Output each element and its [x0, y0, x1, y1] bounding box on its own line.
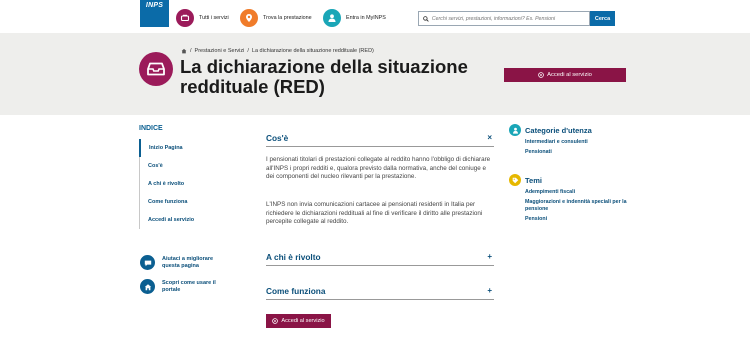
nav-find-benefit[interactable]: Trova la prestazione [240, 8, 312, 28]
access-label: Accedi al servizio [281, 318, 325, 324]
expand-icon[interactable]: + [487, 286, 492, 295]
categories-list: Intermediari e consulenti Pensionati [525, 139, 635, 159]
nav-label: Trova la prestazione [263, 15, 312, 21]
index-item-start[interactable]: Inizio Pagina [139, 139, 229, 157]
access-icon [272, 318, 279, 324]
breadcrumb: / Prestazioni e Servizi / La dichiarazio… [181, 48, 374, 54]
section-title: Come funziona [266, 285, 326, 296]
topic-link[interactable]: Maggiorazioni e indennità speciali per l… [525, 199, 635, 212]
category-link[interactable]: Intermediari e consulenti [525, 139, 635, 146]
services-icon [176, 9, 194, 27]
index-title: INDICE [139, 125, 163, 132]
categories-title: Categorie d'utenza [525, 125, 592, 135]
help-label: Scopri come usare il portale [162, 280, 216, 293]
section-how-it-works-header[interactable]: Come funziona + [266, 282, 494, 300]
home-icon[interactable] [181, 48, 187, 54]
search-icon [423, 15, 429, 22]
section-what-is-header[interactable]: Cos'è × [266, 129, 494, 147]
search-button[interactable]: Cerca [590, 11, 615, 26]
topic-link[interactable]: Pensioni [525, 216, 635, 223]
breadcrumb-item[interactable]: Prestazioni e Servizi [195, 48, 245, 54]
categories-header: Categorie d'utenza [509, 124, 592, 136]
index-item-how-it-works[interactable]: Come funziona [139, 193, 229, 211]
collapse-icon[interactable]: × [487, 133, 492, 142]
index-item-access[interactable]: Accedi al servizio [139, 211, 229, 229]
access-icon [538, 72, 544, 78]
home-icon [140, 279, 155, 294]
category-link[interactable]: Pensionati [525, 149, 635, 156]
people-icon [509, 124, 521, 136]
index-item-who-for[interactable]: A chi è rivolto [139, 175, 229, 193]
search-input[interactable] [431, 15, 589, 22]
topics-header: Temi [509, 174, 542, 186]
chat-icon [140, 255, 155, 270]
nav-label: Entra in MyINPS [346, 15, 386, 21]
logo-text: INPS [145, 2, 164, 9]
tray-icon [139, 52, 173, 86]
help-improve-link[interactable]: Aiutaci a migliorare questa pagina [140, 255, 222, 275]
location-pin-icon [240, 9, 258, 27]
topics-title: Temi [525, 175, 542, 185]
help-portal-link[interactable]: Scopri come usare il portale [140, 279, 222, 299]
nav-all-services[interactable]: Tutti i servizi [176, 8, 229, 28]
help-label: Aiutaci a migliorare questa pagina [162, 256, 214, 269]
user-icon [323, 9, 341, 27]
tag-icon [509, 174, 521, 186]
section-title: Cos'è [266, 132, 289, 143]
top-bar: INPS Tutti i servizi Trova la prestazion… [0, 0, 750, 33]
expand-icon[interactable]: + [487, 252, 492, 261]
paragraph: I pensionati titolari di prestazioni col… [266, 156, 491, 180]
topics-list: Adempimenti fiscali Maggiorazioni e inde… [525, 189, 635, 226]
section-title: A chi è rivolto [266, 251, 321, 262]
index-item-what-is[interactable]: Cos'è [139, 157, 229, 175]
access-label: Accedi al servizio [547, 72, 592, 78]
breadcrumb-item-current: La dichiarazione della situazione reddit… [251, 48, 374, 54]
topic-link[interactable]: Adempimenti fiscali [525, 189, 635, 196]
nav-label: Tutti i servizi [199, 15, 229, 21]
access-service-button-top[interactable]: Accedi al servizio [504, 68, 626, 82]
section-who-for-header[interactable]: A chi è rivolto + [266, 248, 494, 266]
inps-logo[interactable]: INPS [140, 0, 169, 27]
access-service-button-bottom[interactable]: Accedi al servizio [266, 314, 331, 328]
search-field[interactable] [418, 11, 590, 26]
page-title: La dichiarazione della situazione reddit… [180, 56, 468, 97]
paragraph: L'INPS non invia comunicazioni cartacee … [266, 201, 483, 225]
nav-myinps[interactable]: Entra in MyINPS [323, 8, 386, 28]
index-nav: Inizio Pagina Cos'è A chi è rivolto Come… [139, 139, 229, 229]
